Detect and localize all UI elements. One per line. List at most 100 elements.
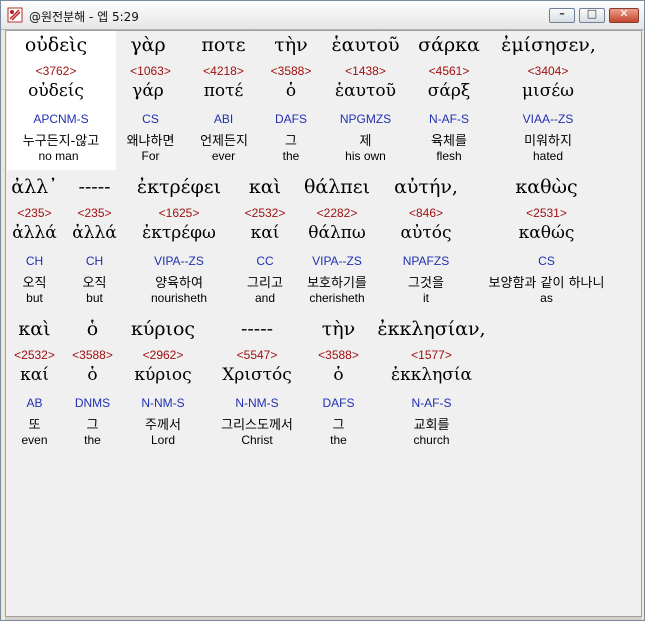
strong-number[interactable]: <2532>: [7, 348, 62, 362]
greek-word[interactable]: κύριος: [123, 318, 203, 340]
korean-gloss: 그: [332, 418, 345, 433]
english-gloss: the: [330, 433, 347, 447]
greek-word[interactable]: ἑαυτοῦ: [323, 34, 408, 56]
greek-word[interactable]: σάρκα: [409, 34, 489, 56]
lemma: ποτέ: [203, 81, 244, 101]
close-icon: ✕: [619, 7, 629, 20]
app-window: @원전분해 - 엡 5:29 – □ ✕ οὐδεὶς <3762> οὐδεί…: [0, 0, 645, 621]
morph-code: VIPA--ZS: [154, 254, 204, 268]
english-gloss: flesh: [436, 149, 462, 163]
greek-word[interactable]: ὁ: [65, 318, 120, 340]
strong-number[interactable]: <2531>: [474, 206, 619, 220]
strong-number[interactable]: <3404>: [498, 64, 598, 78]
strong-number[interactable]: <3588>: [311, 348, 366, 362]
lemma: καί: [250, 223, 280, 243]
strong-number[interactable]: <1625>: [129, 206, 229, 220]
english-gloss: ever: [211, 149, 236, 163]
greek-word[interactable]: καὶ: [235, 176, 295, 198]
greek-word[interactable]: τὴν: [261, 34, 321, 56]
english-gloss: the: [282, 149, 300, 163]
korean-gloss: 양육하여: [155, 276, 203, 291]
maximize-button[interactable]: □: [579, 7, 605, 23]
strong-number[interactable]: <5547>: [207, 348, 307, 362]
strong-number[interactable]: <2532>: [235, 206, 295, 220]
strong-number[interactable]: <1438>: [323, 64, 408, 78]
morph-code: CS: [538, 254, 555, 268]
english-gloss: Christ: [241, 433, 273, 447]
greek-word[interactable]: ἐμίσησεν,: [491, 34, 606, 56]
lemma: ἑαυτοῦ: [335, 81, 396, 101]
korean-gloss: 그: [285, 134, 297, 149]
morph-code: N-NM-S: [235, 396, 279, 410]
morph-code: DAFS: [274, 112, 307, 126]
korean-gloss: 그: [86, 418, 99, 433]
korean-gloss: 언제든지: [200, 134, 248, 149]
morph-code: CC: [256, 254, 274, 268]
greek-word[interactable]: γὰρ: [118, 34, 178, 56]
title-bar[interactable]: @원전분해 - 엡 5:29 – □ ✕: [1, 1, 644, 30]
korean-gloss: 육체를: [431, 134, 467, 149]
strong-number[interactable]: <1577>: [369, 348, 494, 362]
korean-gloss: 그리스도께서: [221, 418, 293, 433]
korean-gloss: 보양함과 같이 하나니: [488, 276, 605, 291]
strong-number[interactable]: <4218>: [191, 64, 256, 78]
morph-code: NPAFZS: [402, 254, 450, 268]
strong-number[interactable]: <846>: [381, 206, 471, 220]
lemma: σάρξ: [427, 81, 471, 101]
lemma: καθώς: [518, 223, 575, 243]
lemma: κύριος: [134, 365, 192, 385]
english-gloss: but: [86, 291, 103, 305]
english-gloss: and: [254, 291, 276, 305]
morph-code: VIAA--ZS: [522, 112, 574, 126]
greek-word[interactable]: ἀλλ᾽: [7, 176, 62, 198]
strong-number[interactable]: <1063>: [118, 64, 183, 78]
morph-code: N-AF-S: [411, 396, 452, 410]
strong-number[interactable]: <235>: [67, 206, 122, 220]
korean-gloss: 제: [359, 134, 372, 149]
morph-code: CS: [142, 112, 159, 126]
greek-word[interactable]: οὐδεὶς: [21, 34, 91, 56]
strong-number[interactable]: <3588>: [261, 64, 321, 78]
lemma: αὐτός: [400, 223, 452, 243]
minimize-button[interactable]: –: [549, 7, 575, 23]
morph-code: N-AF-S: [429, 112, 469, 126]
english-gloss: it: [423, 291, 429, 305]
english-gloss: hated: [532, 149, 564, 163]
strong-number[interactable]: <235>: [7, 206, 62, 220]
close-button[interactable]: ✕: [609, 7, 639, 23]
greek-word[interactable]: ἐκκλησίαν,: [369, 318, 494, 340]
korean-gloss: 보호하기를: [307, 276, 367, 291]
greek-word[interactable]: αὐτήν,: [381, 176, 471, 198]
greek-word[interactable]: καὶ: [7, 318, 62, 340]
lemma: ἐκκλησία: [390, 365, 473, 385]
greek-word[interactable]: θάλπει: [297, 176, 377, 198]
english-gloss: no man: [38, 149, 79, 163]
korean-gloss: 또: [28, 418, 41, 433]
strong-number[interactable]: <3762>: [21, 64, 91, 78]
korean-gloss: 주께서: [145, 418, 181, 433]
korean-gloss: 그리고: [247, 276, 283, 291]
app-logo-icon: [7, 7, 23, 23]
morph-code: NPGMZS: [339, 112, 392, 126]
greek-word[interactable]: ἐκτρέφει: [129, 176, 229, 198]
lemma: Χριστός: [222, 365, 292, 385]
english-gloss: but: [26, 291, 43, 305]
greek-word[interactable]: τὴν: [311, 318, 366, 340]
morph-code: ABI: [213, 112, 234, 126]
morph-code: DNMS: [74, 396, 111, 410]
korean-gloss: 교회를: [413, 418, 450, 433]
strong-number[interactable]: <3588>: [65, 348, 120, 362]
greek-word[interactable]: -----: [67, 176, 122, 198]
korean-gloss: 오직: [22, 276, 47, 291]
greek-word[interactable]: ποτε: [191, 34, 256, 56]
lemma: μισέω: [522, 81, 574, 101]
english-gloss: church: [413, 433, 450, 447]
minimize-icon: –: [559, 7, 565, 20]
greek-word[interactable]: -----: [207, 318, 307, 340]
strong-number[interactable]: <2962>: [123, 348, 203, 362]
greek-word[interactable]: καθὼς: [474, 176, 619, 198]
lemma: καί: [20, 365, 49, 385]
strong-number[interactable]: <4561>: [409, 64, 489, 78]
bottom-border: [5, 617, 642, 620]
strong-number[interactable]: <2282>: [297, 206, 377, 220]
